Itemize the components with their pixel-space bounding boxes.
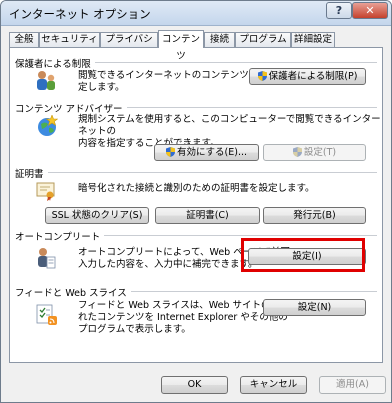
feeds-settings-button[interactable]: 設定(N)	[263, 299, 366, 316]
uac-shield-icon	[165, 147, 175, 157]
family-users-icon	[37, 71, 55, 90]
content-tab-panel: 保護者による制限 閲覧できるインターネットのコンテンツを指 定します。 保護者に…	[9, 47, 383, 363]
help-button[interactable]: ?	[326, 2, 352, 19]
highlight-box	[241, 238, 365, 272]
content-advisor-heading: コンテンツ アドバイザー	[15, 101, 127, 115]
title-bar: インターネット オプション ? ✕	[1, 1, 391, 26]
certificates-heading: 証明書	[15, 166, 48, 180]
internet-options-dialog: インターネット オプション ? ✕ 全般 セキュリティ プライバシー コンテンツ…	[0, 0, 392, 403]
parental-controls-button[interactable]: 保護者による制限(P)	[249, 68, 366, 85]
feeds-heading: フィードと Web スライス	[15, 285, 131, 299]
content-advisor-settings-button[interactable]: 設定(T)	[263, 144, 366, 161]
parental-controls-heading: 保護者による制限	[15, 56, 95, 70]
apply-button[interactable]: 適用(A)	[319, 376, 386, 394]
parental-controls-description: 閲覧できるインターネットのコンテンツを指 定します。	[78, 70, 268, 93]
certificates-description: 暗号化された接続と識別のための証明書を設定します。	[78, 183, 315, 194]
globe-star-icon	[38, 115, 58, 136]
tab-privacy[interactable]: プライバシー	[100, 32, 158, 59]
uac-shield-icon	[257, 71, 267, 81]
cancel-button[interactable]: キャンセル	[240, 376, 307, 394]
content-advisor-enable-button[interactable]: 有効にする(E)...	[154, 144, 259, 161]
uac-shield-icon	[292, 147, 302, 157]
tab-connections[interactable]: 接続	[204, 32, 235, 47]
autocomplete-icon	[38, 248, 56, 269]
publishers-button[interactable]: 発行元(B)	[263, 207, 366, 224]
autocomplete-heading: オートコンプリート	[15, 229, 105, 243]
clear-ssl-state-button[interactable]: SSL 状態のクリア(S)	[45, 207, 149, 224]
ok-button[interactable]: OK	[161, 376, 228, 394]
tab-general[interactable]: 全般	[9, 32, 39, 47]
feed-icon	[36, 304, 57, 325]
tab-content[interactable]: コンテンツ	[158, 30, 204, 62]
certificate-icon	[36, 182, 55, 201]
tab-advanced[interactable]: 詳細設定	[291, 32, 335, 47]
tab-programs[interactable]: プログラム	[235, 32, 291, 47]
section-divider	[15, 172, 377, 173]
tab-security[interactable]: セキュリティ	[39, 32, 100, 47]
close-button[interactable]: ✕	[352, 2, 388, 19]
certificates-button[interactable]: 証明書(C)	[155, 207, 260, 224]
window-title: インターネット オプション	[9, 7, 151, 21]
